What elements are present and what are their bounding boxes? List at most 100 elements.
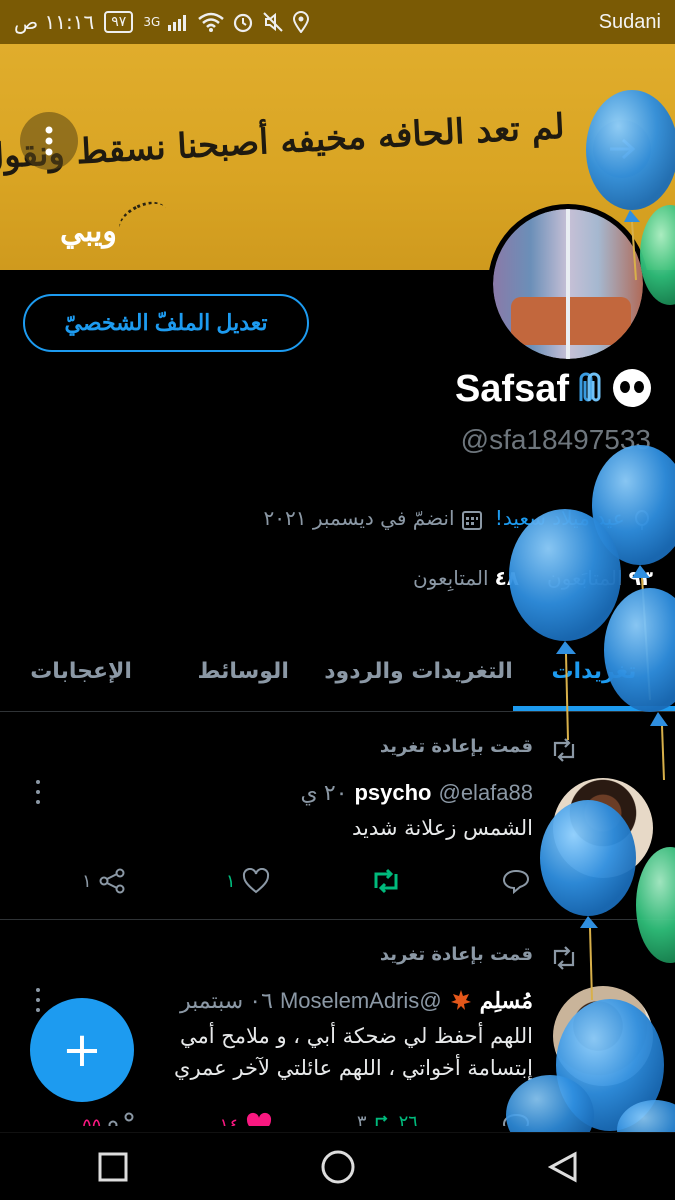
display-name-row: Safsaf <box>455 368 651 411</box>
retweet-label: قمت بإعادة تغريد <box>379 736 533 757</box>
share-icon <box>99 868 125 894</box>
banner-signature: ويبي <box>60 214 117 249</box>
tab-tweets-replies[interactable]: التغريدات والردود <box>324 632 513 711</box>
panda-emoji-icon <box>613 369 651 407</box>
status-time: ١١:١٦ ص <box>14 10 95 34</box>
display-name: Safsaf <box>454 368 569 410</box>
wifi-icon <box>198 12 225 32</box>
circle-nav-icon <box>321 1150 354 1183</box>
battery-icon: ٩٧ <box>104 11 134 33</box>
retweet-icon <box>374 868 398 894</box>
following-link[interactable]: ٩٣المتابَعون <box>547 566 653 590</box>
joined-row: انضمّ في ديسمبر ٢٠٢١ <box>264 506 483 531</box>
calendar-icon <box>461 510 482 530</box>
follow-counts: ٩٣المتابَعون ٤٨المتابِعون <box>413 566 653 590</box>
user-handle: @sfa18497533 <box>460 424 651 455</box>
android-nav-bar <box>0 1132 675 1200</box>
avatar-image <box>493 209 643 359</box>
back-nav-button[interactable] <box>533 1137 593 1197</box>
quote-count: ٣ <box>356 1112 367 1126</box>
tweet-time: ٢٠ ي <box>300 780 348 805</box>
like-button[interactable]: ١ <box>226 868 270 894</box>
status-bar: ١١:١٦ ص ٩٧ 3G Sudani <box>0 0 675 44</box>
birthday-text: عيد ميلاد سعيد! <box>494 506 625 530</box>
profile-tabs: تغريدات التغريدات والردود الوسائط الإعجا… <box>0 632 675 712</box>
network-type: 3G <box>143 15 161 29</box>
triangle-nav-icon <box>547 1150 576 1183</box>
location-icon <box>293 11 310 33</box>
tweet-header: psycho @elafa88 ٢٠ ي <box>300 780 533 806</box>
tab-media[interactable]: الوسائط <box>162 632 324 711</box>
tweet-avatar[interactable] <box>553 778 653 878</box>
like-filled-icon <box>246 1112 271 1126</box>
square-nav-icon <box>98 1152 127 1181</box>
back-button[interactable] <box>593 120 651 178</box>
like-button[interactable]: ١٤ <box>219 1112 272 1126</box>
tweet-body-line: اللهم أحفظ لي ضحكة أبي ، و ملامح أمي <box>179 1024 533 1048</box>
reply-icon <box>502 1113 530 1126</box>
status-icons: 3G <box>143 11 310 33</box>
tweet-display-name[interactable]: psycho <box>354 780 431 805</box>
retweet-icon <box>553 738 575 762</box>
retweet-icon <box>553 946 575 970</box>
home-button[interactable] <box>308 1137 368 1197</box>
tweet-more-button[interactable] <box>30 780 46 804</box>
reply-button[interactable] <box>502 1112 530 1126</box>
paperclip-emoji-icon <box>579 372 601 402</box>
profile-avatar[interactable] <box>488 204 648 364</box>
following-count: ٩٣ <box>628 566 653 590</box>
maple-leaf-emoji-icon <box>450 990 471 1010</box>
banner-text: لم تعد الحافه مخيفه أصبحنا نسقط ونقول <box>0 106 566 178</box>
share-button[interactable]: ١ <box>82 868 126 894</box>
retweet-button[interactable] <box>370 868 402 894</box>
share-count: ١ <box>82 870 92 892</box>
like-count: ١ <box>225 870 236 892</box>
tweet-handle: @elafa88 <box>438 780 533 805</box>
profile-meta: عيد ميلاد سعيد! انضمّ في ديسمبر ٢٠٢١ <box>264 506 653 531</box>
retweet-label: قمت بإعادة تغريد <box>379 944 533 965</box>
like-count: ١٤ <box>219 1114 239 1127</box>
reply-icon <box>502 869 530 894</box>
tab-likes[interactable]: الإعجابات <box>0 632 162 711</box>
status-left: ١١:١٦ ص ٩٧ 3G <box>14 10 310 34</box>
followers-label: المتابِعون <box>413 566 489 590</box>
retweet-button[interactable]: ٢٦ ٣ <box>357 1112 418 1126</box>
like-icon <box>242 868 269 894</box>
tweet-item[interactable]: قمت بإعادة تغريد psycho @elafa88 ٢٠ ي ال… <box>0 712 675 920</box>
mute-icon <box>263 12 283 32</box>
birthday-row: عيد ميلاد سعيد! <box>495 506 653 531</box>
more-vert-icon <box>45 126 53 156</box>
tweet-body: الشمس زعلانة شديد <box>351 816 533 840</box>
tweet-actions: ٢٦ ٣ ١٤ ٥٥ <box>82 1112 530 1126</box>
followers-count: ٤٨ <box>494 566 519 590</box>
more-options-button[interactable] <box>20 112 78 170</box>
tweet-avatar[interactable] <box>553 986 653 1086</box>
tweet-more-button[interactable] <box>30 988 46 1012</box>
retweet-count: ٢٦ <box>398 1112 418 1126</box>
tweet-time: ٠٦ سبتمبر <box>179 988 273 1013</box>
share-count: ٥٥ <box>82 1114 102 1127</box>
recents-button[interactable] <box>83 1137 143 1197</box>
compose-tweet-button[interactable]: + <box>30 998 134 1102</box>
tweet-actions: ١ ١ <box>82 868 530 894</box>
tweet-header: مُسلِم @MoselemAdris ٠٦ سبتمبر <box>180 988 533 1014</box>
plus-icon: + <box>61 1022 103 1078</box>
share-icon <box>108 1112 134 1126</box>
balloon-icon <box>635 509 649 530</box>
tweet-handle: @MoselemAdris <box>279 988 442 1013</box>
followers-link[interactable]: ٤٨المتابِعون <box>413 566 519 590</box>
retweet-icon <box>375 1114 388 1126</box>
banner-arrow-decoration <box>114 194 172 244</box>
joined-text: انضمّ في ديسمبر ٢٠٢١ <box>263 506 455 530</box>
tweet-body-line: إبتسامة أخواتي ، اللهم عائلتي لآخر عمري <box>174 1056 533 1080</box>
following-label: المتابَعون <box>547 566 623 590</box>
signal-icon <box>168 15 187 31</box>
tweet-body: اللهم أحفظ لي ضحكة أبي ، و ملامح أمي إبت… <box>174 1020 533 1084</box>
carrier-name: Sudani <box>598 10 661 33</box>
share-button[interactable]: ٥٥ <box>82 1112 135 1126</box>
reply-button[interactable] <box>502 868 530 894</box>
tab-tweets[interactable]: تغريدات <box>512 632 675 711</box>
edit-profile-button[interactable]: تعديل الملفّ الشخصيّ <box>23 294 309 352</box>
alarm-icon <box>234 13 253 33</box>
tweet-display-name[interactable]: مُسلِم <box>480 988 533 1013</box>
